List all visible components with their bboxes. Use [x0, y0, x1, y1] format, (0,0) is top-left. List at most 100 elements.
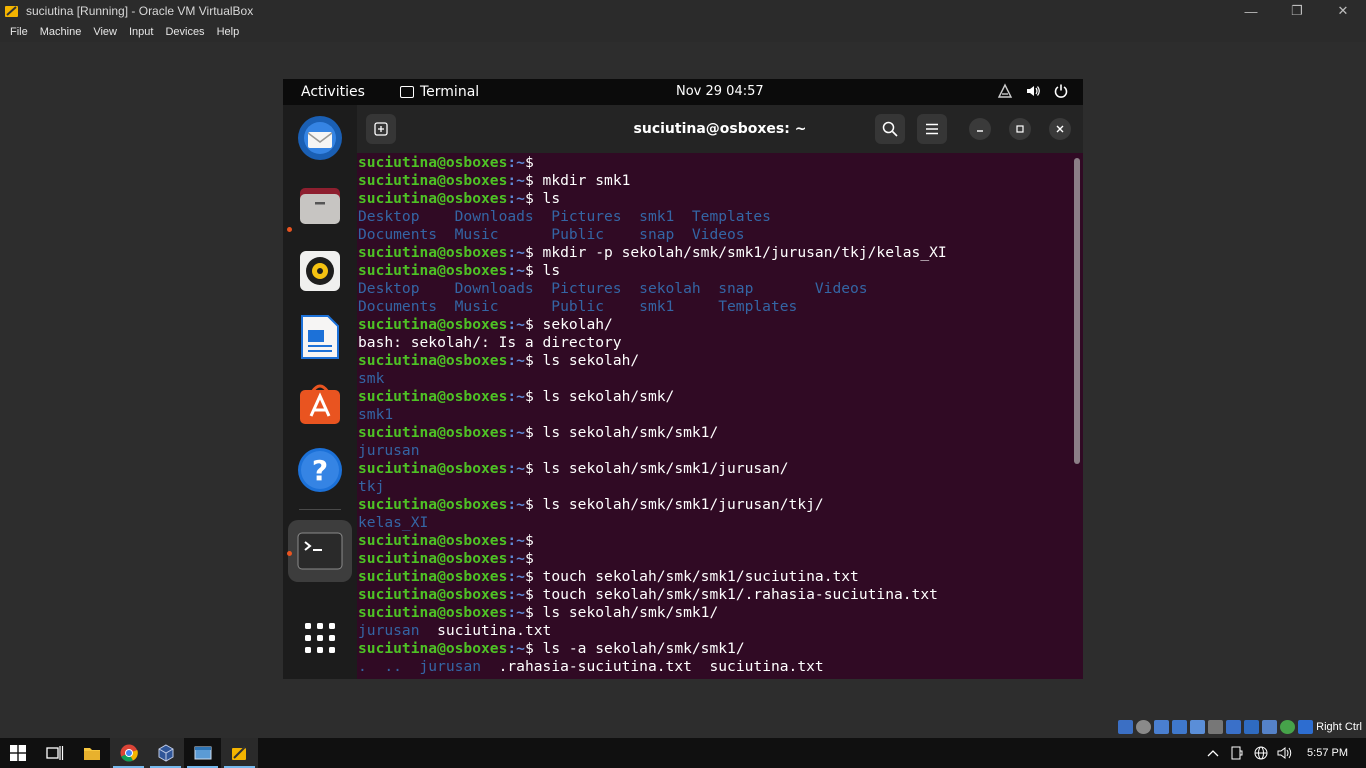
taskbar-virtualbox-manager[interactable] [147, 738, 184, 768]
virtualbox-menubar: File Machine View Input Devices Help [0, 22, 1366, 42]
taskbar-window[interactable] [184, 738, 221, 768]
prompt-user: suciutina@osboxes [358, 190, 508, 207]
terminal-minimize-button[interactable] [969, 118, 991, 140]
app-menu[interactable]: Terminal [400, 84, 479, 100]
dock-show-apps[interactable] [295, 613, 345, 663]
start-button[interactable] [0, 738, 36, 768]
battery-charger-icon[interactable] [1225, 738, 1249, 768]
prompt-path: :~ [507, 604, 525, 621]
close-icon [1056, 125, 1064, 133]
dock-item-software[interactable] [295, 378, 345, 428]
new-tab-button[interactable] [366, 114, 396, 144]
recording-icon[interactable] [1244, 720, 1260, 734]
dock-item-terminal[interactable] [288, 520, 352, 582]
directory-listing: jurusan [358, 622, 420, 639]
prompt-symbol: $ [524, 352, 543, 369]
usb-icon[interactable] [1190, 720, 1206, 734]
virtualbox-vm-icon [231, 746, 246, 760]
speaker-icon[interactable] [1273, 738, 1297, 768]
directory-listing: smk1 [358, 406, 394, 423]
power-icon[interactable] [1053, 83, 1069, 99]
prompt-user: suciutina@osboxes [358, 316, 508, 333]
chevron-up-icon[interactable] [1201, 738, 1225, 768]
dock-item-rhythmbox[interactable] [295, 246, 345, 296]
volume-icon[interactable] [1025, 83, 1041, 99]
minimize-button[interactable]: — [1228, 0, 1274, 22]
mouse-integration-icon[interactable] [1298, 720, 1314, 734]
globe-network-icon[interactable] [1249, 738, 1273, 768]
taskbar-chrome[interactable] [110, 738, 147, 768]
optical-drive-icon[interactable] [1136, 720, 1152, 734]
prompt-symbol: $ [524, 568, 543, 585]
terminal-output-line: tkj [358, 478, 1070, 496]
guest-additions-icon[interactable] [1280, 720, 1296, 734]
terminal-window[interactable]: suciutina@osboxes: ~ suciutina@osboxes:~… [357, 105, 1083, 679]
prompt-path: :~ [507, 496, 525, 513]
gnome-top-bar: Activities Terminal Nov 29 04:57 [283, 79, 1083, 105]
prompt-symbol: $ [524, 640, 543, 657]
prompt-path: :~ [507, 190, 525, 207]
close-button[interactable]: ✕ [1320, 0, 1366, 22]
terminal-app-icon [400, 86, 414, 98]
terminal-output-line: Desktop Downloads Pictures sekolah snap … [358, 280, 1070, 298]
terminal-output-line: smk [358, 370, 1070, 388]
dock-item-help[interactable]: ? [295, 445, 345, 495]
directory-listing: Documents Music Public snap Videos [358, 226, 745, 243]
menu-help[interactable]: Help [211, 26, 246, 38]
clock[interactable]: Nov 29 04:57 [676, 84, 764, 99]
menu-view[interactable]: View [87, 26, 123, 38]
terminal-maximize-button[interactable] [1009, 118, 1031, 140]
directory-listing: smk [358, 370, 385, 387]
taskbar-file-explorer[interactable] [73, 738, 110, 768]
prompt-path: :~ [507, 586, 525, 603]
system-tray[interactable] [997, 83, 1069, 99]
menu-file[interactable]: File [4, 26, 34, 38]
cpu-icon[interactable] [1262, 720, 1278, 734]
menu-devices[interactable]: Devices [159, 26, 210, 38]
dock-item-thunderbird[interactable] [295, 113, 345, 163]
dock-item-writer[interactable] [295, 312, 345, 362]
activities-button[interactable]: Activities [301, 84, 365, 100]
display-icon[interactable] [1226, 720, 1242, 734]
terminal-command-line: suciutina@osboxes:~$ touch sekolah/smk/s… [358, 568, 1070, 586]
app-menu-label: Terminal [420, 84, 480, 100]
terminal-command-line: suciutina@osboxes:~$ ls sekolah/ [358, 352, 1070, 370]
search-button[interactable] [875, 114, 905, 144]
terminal-command-line: suciutina@osboxes:~$ [358, 154, 1070, 172]
shared-folders-icon[interactable] [1208, 720, 1224, 734]
dock-item-files[interactable] [295, 180, 345, 230]
directory-listing: Desktop Downloads Pictures smk1 Template… [358, 208, 771, 225]
terminal-headerbar[interactable]: suciutina@osboxes: ~ [357, 105, 1083, 153]
menu-machine[interactable]: Machine [34, 26, 88, 38]
prompt-symbol: $ [524, 604, 543, 621]
taskbar-virtualbox-vm[interactable] [221, 738, 258, 768]
prompt-path: :~ [507, 388, 525, 405]
new-tab-icon [374, 122, 388, 136]
command-text: ls [542, 262, 561, 279]
menu-button[interactable] [917, 114, 947, 144]
window-title: suciutina [Running] - Oracle VM VirtualB… [26, 4, 254, 18]
prompt-symbol: $ [524, 244, 543, 261]
terminal-close-button[interactable] [1049, 118, 1071, 140]
taskbar-clock[interactable]: 5:57 PM [1297, 747, 1366, 759]
prompt-symbol: $ [524, 172, 543, 189]
directory-listing: Desktop Downloads Pictures sekolah snap … [358, 280, 868, 297]
restore-button[interactable]: ❐ [1274, 0, 1320, 22]
audio-icon[interactable] [1154, 720, 1170, 734]
terminal-command-line: suciutina@osboxes:~$ ls sekolah/smk/ [358, 388, 1070, 406]
prompt-path: :~ [507, 640, 525, 657]
hard-disk-icon[interactable] [1118, 720, 1134, 734]
terminal-output[interactable]: suciutina@osboxes:~$ suciutina@osboxes:~… [358, 154, 1070, 679]
prompt-user: suciutina@osboxes [358, 460, 508, 477]
terminal-scrollbar[interactable] [1074, 158, 1080, 464]
prompt-symbol: $ [524, 496, 543, 513]
prompt-path: :~ [507, 352, 525, 369]
terminal-output-line: Documents Music Public smk1 Templates [358, 298, 1070, 316]
network-icon[interactable] [997, 83, 1013, 99]
network-adapter-icon[interactable] [1172, 720, 1188, 734]
task-view-icon [45, 746, 63, 760]
menu-input[interactable]: Input [123, 26, 159, 38]
guest-screen[interactable]: Activities Terminal Nov 29 04:57 ? suciu… [283, 79, 1083, 679]
terminal-command-line: suciutina@osboxes:~$ ls [358, 190, 1070, 208]
task-view-button[interactable] [36, 738, 73, 768]
